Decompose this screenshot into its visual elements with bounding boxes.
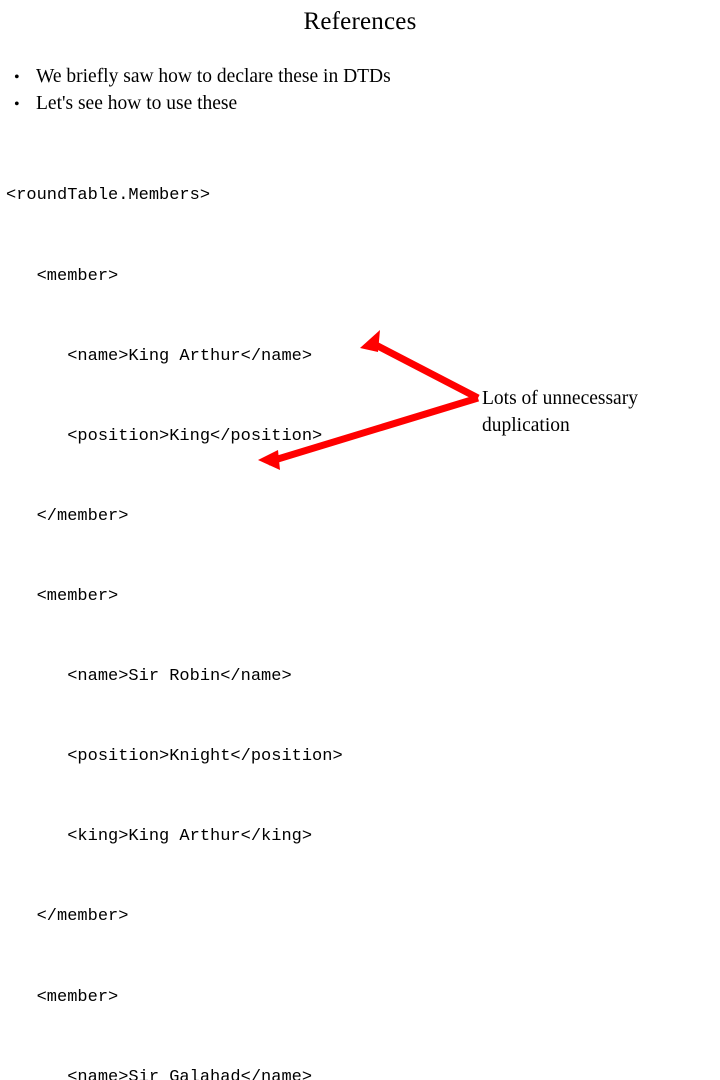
annotation-text: Lots of unnecessary duplication: [482, 385, 712, 439]
bullet-marker-icon: •: [14, 96, 20, 113]
list-item-label: We briefly saw how to declare these in D…: [36, 66, 391, 87]
list-item-label: Let's see how to use these: [36, 93, 238, 114]
code-line: <name>King Arthur</name>: [6, 346, 313, 366]
code-line: <position>Knight</position>: [6, 747, 343, 767]
code-line: </member>: [6, 506, 129, 526]
code-line: </member>: [6, 907, 129, 927]
code-line: <king>King Arthur</king>: [6, 827, 313, 847]
list-item: • We briefly saw how to declare these in …: [14, 64, 704, 91]
annotation-line-2: duplication: [482, 415, 570, 436]
code-line: <name>Sir Robin</name>: [6, 667, 292, 687]
bullet-list: • We briefly saw how to declare these in …: [14, 64, 704, 118]
annotation-line-1: Lots of unnecessary: [482, 388, 638, 409]
slide-canvas: References • We briefly saw how to declar…: [0, 0, 720, 1080]
code-line: <member>: [6, 266, 119, 286]
code-line: <member>: [6, 586, 119, 606]
list-item: • Let's see how to use these: [14, 91, 704, 118]
bullet-marker-icon: •: [14, 69, 20, 86]
page-title: References: [303, 8, 417, 35]
code-line: <roundTable.Members>: [6, 186, 211, 206]
code-line: <name>Sir Galahad</name>: [6, 1067, 313, 1080]
code-block: <roundTable.Members> <member> <name>King…: [6, 130, 706, 1080]
code-line: <member>: [6, 987, 119, 1007]
